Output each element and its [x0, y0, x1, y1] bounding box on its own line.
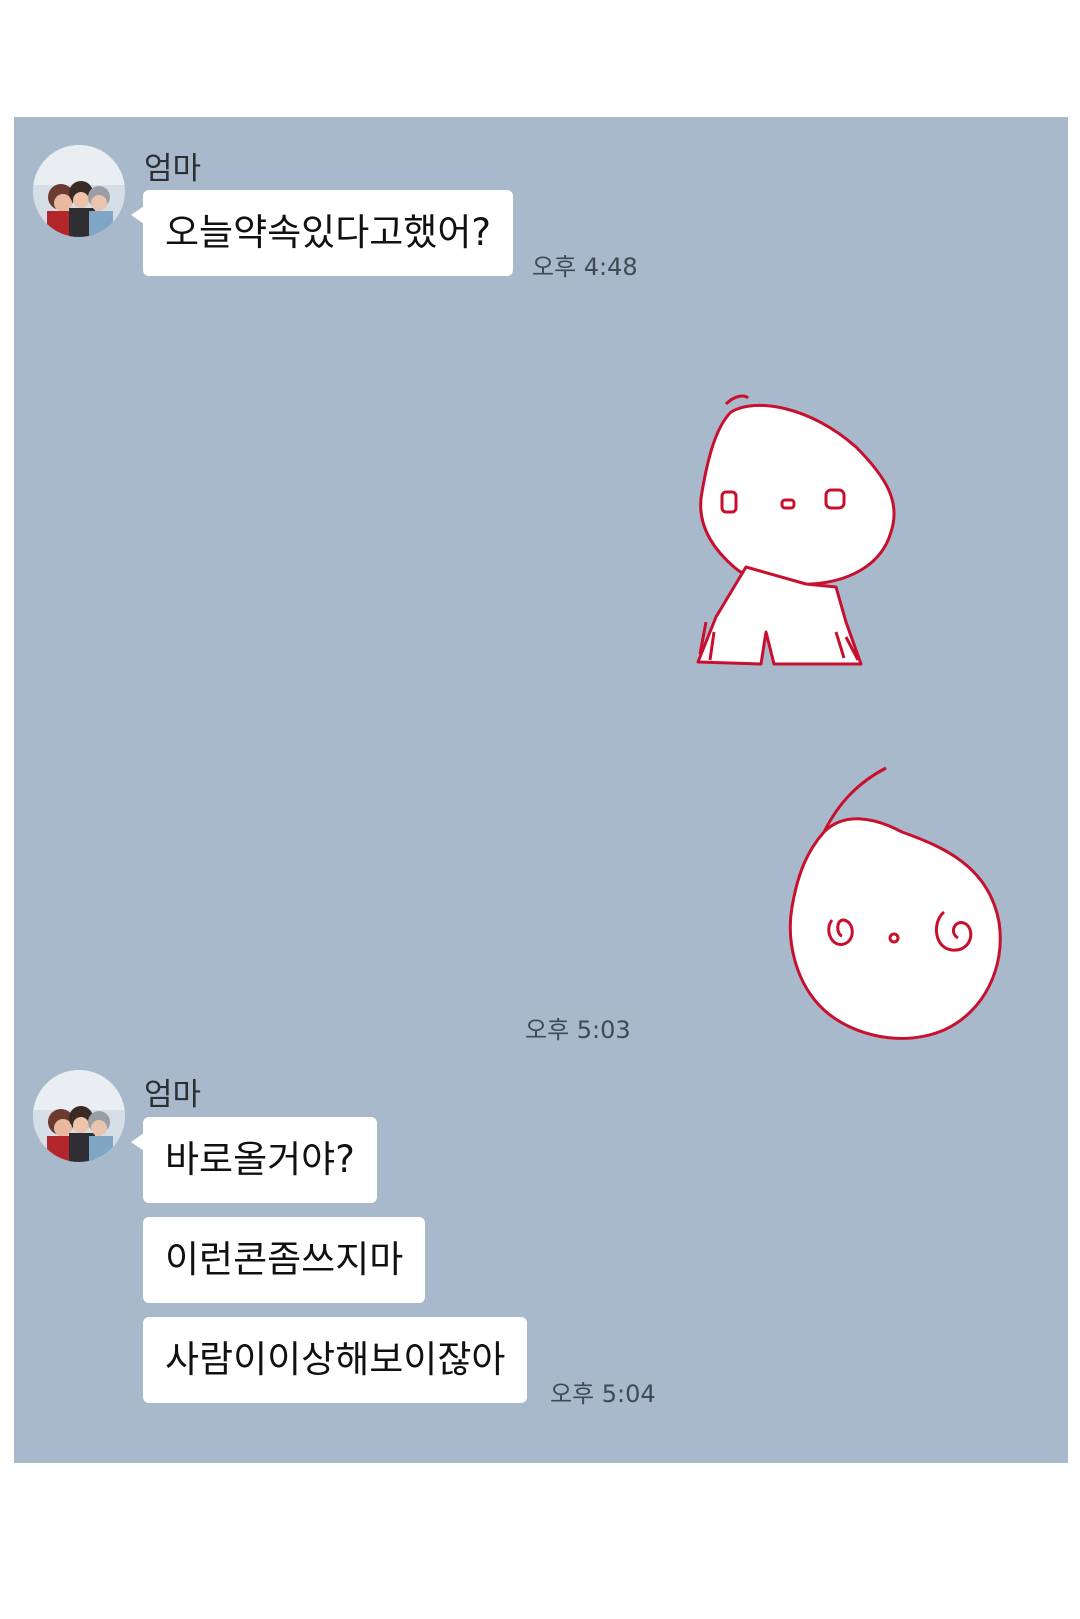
- avatar[interactable]: [33, 145, 125, 237]
- message-bubble[interactable]: 바로올거야?: [131, 1117, 377, 1203]
- sender-name: 엄마: [144, 151, 202, 187]
- message-timestamp: 오후 5:03: [525, 1016, 631, 1044]
- message-timestamp: 오후 5:04: [550, 1380, 656, 1408]
- message-bubble[interactable]: 이런콘좀쓰지마: [143, 1217, 426, 1303]
- doodle-character-emoticon[interactable]: [686, 392, 906, 682]
- profile-photo-icon: [33, 1070, 125, 1162]
- message-timestamp: 오후 4:48: [532, 253, 638, 281]
- chat-area[interactable]: 엄마 오늘약속있다고했어? 오후 4:48 오후 5:03 엄마 바로올거야? …: [14, 117, 1068, 1463]
- avatar[interactable]: [33, 1070, 125, 1162]
- profile-photo-icon: [33, 145, 125, 237]
- message-bubble[interactable]: 오늘약속있다고했어?: [131, 190, 513, 276]
- sender-name: 엄마: [144, 1077, 202, 1113]
- message-bubble[interactable]: 사람이이상해보이잖아: [143, 1317, 528, 1403]
- doodle-face-emoticon[interactable]: [784, 762, 1014, 1052]
